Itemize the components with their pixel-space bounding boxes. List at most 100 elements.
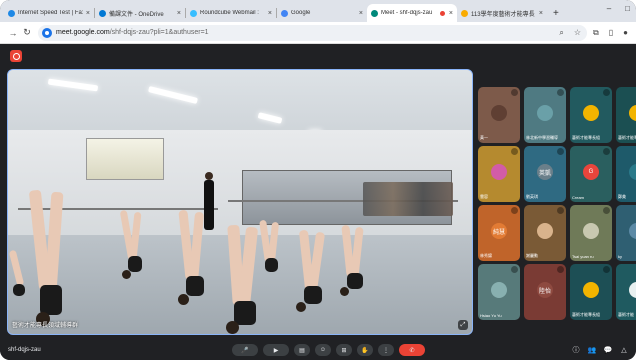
avatar (583, 223, 599, 239)
meet-favicon-icon (371, 9, 378, 17)
onedrive-cloud-icon (99, 9, 106, 17)
close-icon[interactable]: × (539, 10, 543, 17)
more-options-button[interactable]: ⋮ (378, 344, 394, 356)
emoji-button[interactable]: ☺ (315, 344, 331, 356)
close-icon[interactable]: × (86, 10, 90, 17)
activities-icon[interactable]: △ (620, 346, 628, 354)
video-audience (363, 182, 453, 216)
participant-name: ky (618, 254, 622, 259)
extensions-icon[interactable]: ⧉ (593, 28, 599, 38)
mic-button[interactable]: 🎤 (232, 344, 258, 356)
participant-name: 藝術才能專長組 (572, 312, 600, 317)
avatar-initial: 英凱 (538, 170, 551, 177)
participant-tile[interactable]: 黃一 (478, 87, 520, 143)
people-icon[interactable]: 👥 (588, 346, 597, 354)
tab-art-talent[interactable]: 113學年度藝術才能專長 × (457, 4, 547, 22)
window-controls: – □ (607, 4, 630, 13)
close-icon[interactable]: × (268, 10, 272, 17)
participant-tile[interactable]: 雲容 (478, 146, 520, 202)
participant-name: 藝術才能專長 (618, 135, 636, 140)
close-icon[interactable]: × (177, 10, 181, 17)
participant-tile[interactable]: Hsiao Yu Yu (478, 264, 520, 320)
tab-title: 備課文件 - OneDrive (109, 11, 164, 18)
camera-button[interactable]: ▶ (263, 344, 289, 356)
avatar (629, 164, 636, 180)
end-call-button[interactable]: ✆ (399, 344, 425, 356)
main-video-name: 藝術才能專長領域輔導群 (12, 323, 79, 329)
maximize-icon[interactable]: □ (625, 4, 630, 13)
close-icon[interactable]: × (449, 10, 453, 17)
mic-status-icon (511, 89, 518, 96)
avatar (583, 105, 599, 121)
participant-tile[interactable]: 純慧 林秀錦 (478, 205, 520, 261)
close-icon[interactable]: × (359, 10, 363, 17)
participant-tile[interactable]: G Cream (570, 146, 612, 202)
address-bar-row: → ↻ meet.google.com/shf-dqjs-zau?pli=1&a… (0, 22, 636, 44)
pin-icon[interactable]: ⤢ (458, 320, 468, 330)
avatar: 陸怡 (537, 282, 553, 298)
minimize-icon[interactable]: – (607, 4, 611, 13)
participant-name: 鄭美 (618, 194, 626, 199)
participant-tile[interactable]: 藝術才能專長組 (570, 264, 612, 320)
participant-tile[interactable]: ky (616, 205, 636, 261)
bookmark-star-icon[interactable]: ☆ (574, 28, 581, 38)
tab-onedrive[interactable]: 備課文件 - OneDrive × (95, 4, 185, 22)
participant-tile[interactable]: 陸怡 (524, 264, 566, 320)
info-icon[interactable]: ⓘ (572, 346, 580, 354)
video-dancer (294, 229, 334, 320)
phone-hangup-icon: ✆ (409, 347, 415, 354)
video-dancer (258, 219, 288, 280)
participant-name: 謝麗勳 (526, 253, 538, 258)
participant-name: 藝術才能專長組 (572, 135, 600, 140)
zoom-icon[interactable]: ⌕ (559, 28, 563, 38)
speedtest-favicon-icon (8, 9, 15, 17)
present-button[interactable]: ⊞ (336, 344, 352, 356)
url-path: /shf-dqjs-zau?pli=1&authuser=1 (109, 29, 209, 36)
mic-status-icon (557, 207, 564, 214)
avatar: 純慧 (491, 223, 507, 239)
raise-hand-button[interactable]: ✋ (357, 344, 373, 356)
site-info-icon[interactable] (42, 27, 52, 38)
recording-icon[interactable] (10, 50, 22, 62)
screen: Internet Speed Test | Fa: × 備課文件 - OneDr… (0, 0, 636, 360)
tab-roundcube[interactable]: Roundcube Webmail : × (186, 4, 276, 22)
participant-name: 劉英琪 (526, 194, 538, 199)
meet-area: 藝術才能專長領域輔導群 ⤢ 黃一林北新中學習輔導藝術才能專長組藝術才能專長雲容英… (0, 44, 636, 360)
meeting-bottom-bar: shf-dqjs-zau 🎤 ▶ ▤ ☺ ⊞ ✋ ⋮ ✆ ⓘ 👥 💬 △ (0, 340, 636, 360)
mic-status-icon (557, 89, 564, 96)
avatar (629, 105, 636, 121)
profile-icon[interactable]: ● (623, 28, 628, 38)
mic-status-icon (511, 266, 518, 273)
chat-icon[interactable]: 💬 (604, 346, 613, 354)
avatar (629, 282, 636, 298)
emoji-icon: ☺ (319, 347, 327, 353)
address-bar[interactable]: meet.google.com/shf-dqjs-zau?pli=1&authu… (38, 24, 588, 41)
url-host: meet.google.com (56, 29, 110, 36)
participant-tile[interactable]: 藝術才能專長組 (570, 87, 612, 143)
participant-tile[interactable]: 英凱劉英琪 (524, 146, 566, 202)
forward-icon[interactable]: → (6, 28, 20, 38)
captions-icon: ▤ (299, 347, 305, 354)
mic-status-icon (557, 266, 564, 273)
participant-name: 林北新中學習輔導 (526, 135, 558, 140)
video-window (86, 138, 164, 180)
reload-icon[interactable]: ↻ (20, 27, 34, 38)
participant-tile[interactable]: Tsai yuan ru (570, 205, 612, 261)
tab-meet[interactable]: Meet - shf-dqjs-zau × (367, 4, 457, 22)
participant-tile[interactable]: 謝麗勳 (524, 205, 566, 261)
participant-tile[interactable]: 林北新中學習輔導 (524, 87, 566, 143)
captions-button[interactable]: ▤ (294, 344, 310, 356)
tab-google[interactable]: Google × (277, 4, 367, 22)
video-dancer (119, 209, 150, 280)
participant-name: Tsai yuan ru (572, 254, 594, 259)
avatar (491, 164, 507, 180)
tab-speedtest[interactable]: Internet Speed Test | Fa: × (4, 4, 94, 22)
new-tab-icon[interactable]: + (547, 8, 565, 22)
participant-tile[interactable]: 藝術才能 (616, 264, 636, 320)
main-video[interactable]: 藝術才能專長領域輔導群 ⤢ (7, 69, 473, 335)
tab-strip: Internet Speed Test | Fa: × 備課文件 - OneDr… (0, 0, 636, 22)
participant-tile[interactable]: 藝術才能專長 (616, 87, 636, 143)
participant-name: 藝術才能 (618, 312, 634, 317)
participant-tile[interactable]: 鄭美 (616, 146, 636, 202)
sidebar-icon[interactable]: ▯ (609, 28, 613, 38)
